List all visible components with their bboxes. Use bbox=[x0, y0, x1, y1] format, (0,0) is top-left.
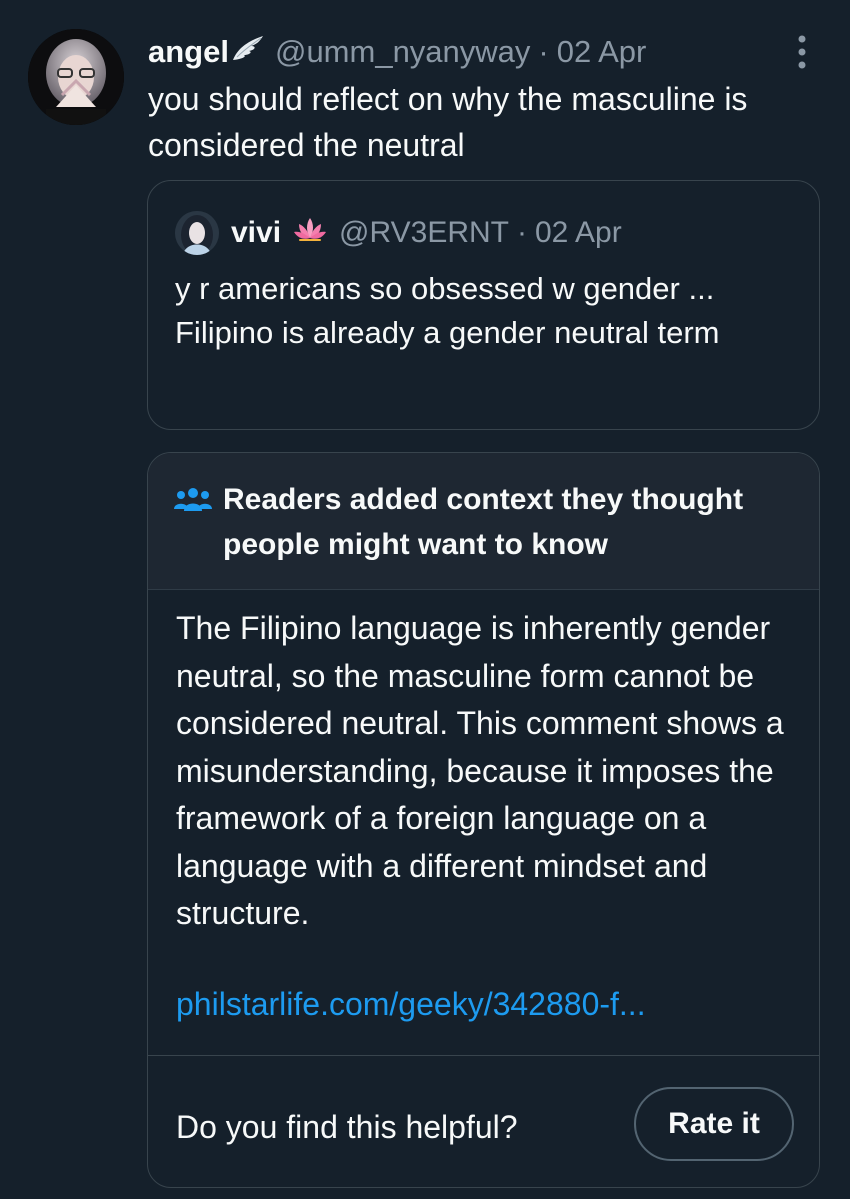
tweet-date[interactable]: 02 Apr bbox=[557, 34, 647, 70]
wing-icon bbox=[231, 34, 265, 70]
author-handle[interactable]: @umm_nyanyway bbox=[275, 34, 530, 70]
people-icon bbox=[173, 487, 213, 515]
separator-dot: · bbox=[516, 216, 527, 249]
quoted-tweet-card[interactable]: vivi @RV3ERNT · 02 Apr y r americans so … bbox=[147, 180, 820, 430]
community-note-body: The Filipino language is inherently gend… bbox=[176, 610, 784, 931]
helpful-question: Do you find this helpful? bbox=[176, 1109, 518, 1145]
rate-it-button[interactable]: Rate it bbox=[634, 1087, 794, 1161]
tweet-header: angel @umm_nyanyway · 02 Apr bbox=[148, 30, 646, 74]
divider bbox=[148, 1055, 819, 1056]
quoted-tweet-date: 02 Apr bbox=[534, 216, 622, 249]
author-name[interactable]: angel bbox=[148, 34, 229, 70]
author-avatar[interactable] bbox=[28, 29, 124, 125]
more-vertical-icon[interactable] bbox=[792, 33, 812, 73]
separator-dot: · bbox=[538, 34, 549, 69]
lotus-icon bbox=[293, 216, 327, 250]
tweet[interactable]: angel @umm_nyanyway · 02 Apr you should … bbox=[0, 0, 850, 1199]
quoted-author-name: vivi bbox=[231, 216, 282, 249]
tweet-text: you should reflect on why the masculine … bbox=[148, 81, 748, 163]
quoted-tweet-header: vivi @RV3ERNT · 02 Apr bbox=[175, 211, 622, 255]
community-note-header[interactable]: Readers added context they thought peopl… bbox=[148, 453, 819, 590]
quoted-tweet-text: y r americans so obsessed w gender ... F… bbox=[175, 271, 720, 350]
quoted-author-handle: @RV3ERNT bbox=[339, 216, 509, 249]
quoted-author-avatar bbox=[175, 211, 219, 255]
community-note-card: Readers added context they thought peopl… bbox=[147, 452, 820, 1188]
community-note-title: Readers added context they thought peopl… bbox=[223, 483, 744, 561]
community-note-source-link[interactable]: philstarlife.com/geeky/342880-f... bbox=[176, 981, 646, 1028]
